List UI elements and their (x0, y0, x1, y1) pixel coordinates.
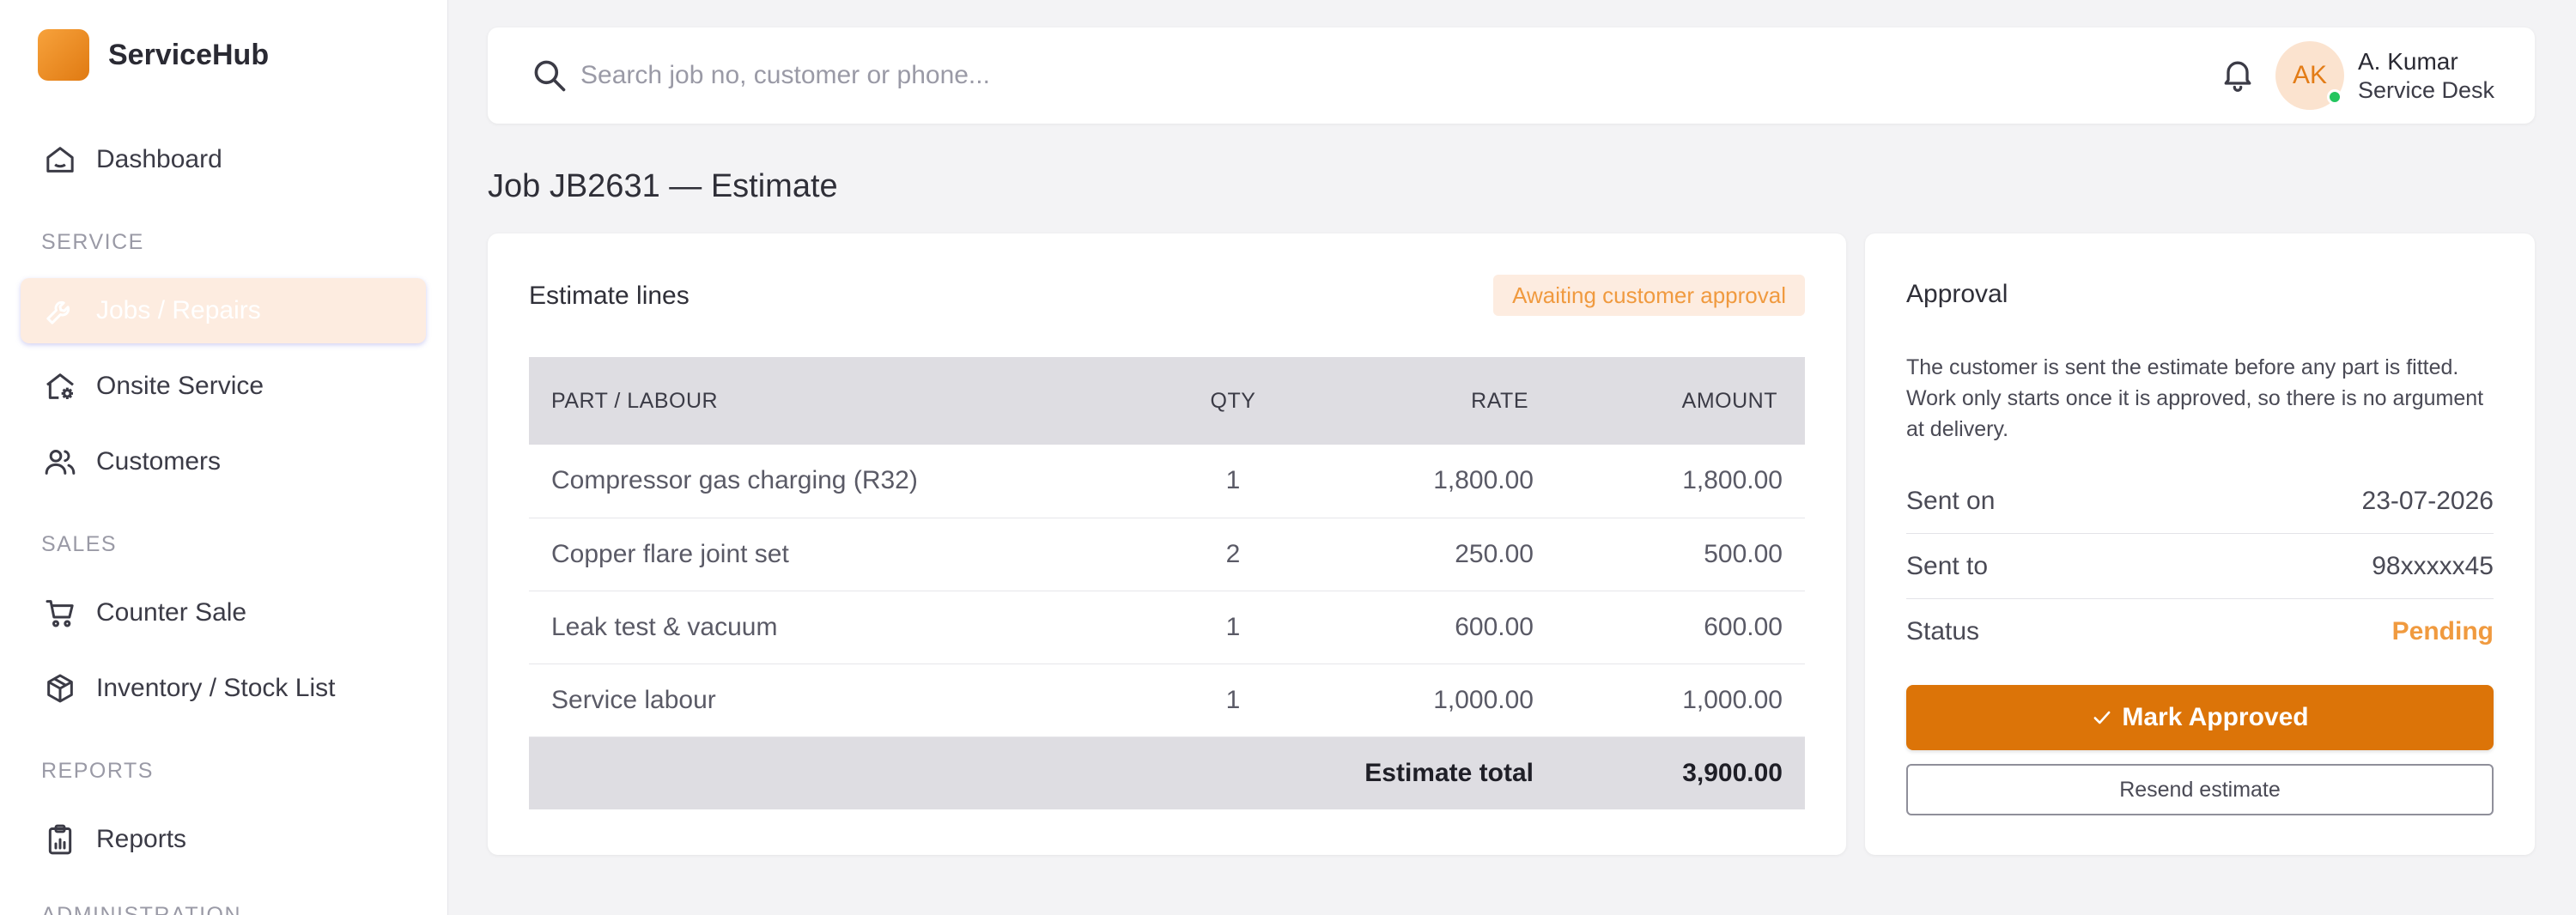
avatar[interactable]: AK (2275, 41, 2344, 110)
sidebar-item-label: Jobs / Repairs (96, 296, 261, 324)
mark-approved-label: Mark Approved (2122, 703, 2309, 731)
estimate-lines-card: Estimate lines Awaiting customer approva… (488, 233, 1846, 855)
wrench-icon (46, 300, 70, 324)
resend-estimate-button[interactable]: Resend estimate (1906, 764, 2494, 815)
total-spacer (529, 736, 1164, 809)
cell-qty: 2 (1164, 518, 1302, 591)
sidebar: ServiceHub Dashboard SERVICE Jobs / Repa… (0, 0, 448, 915)
cell-qty: 1 (1164, 591, 1302, 664)
approval-card: Approval The customer is sent the estima… (1865, 233, 2535, 855)
table-header-row: PART / LABOUR QTY RATE AMOUNT (529, 357, 1805, 445)
sidebar-item-dashboard[interactable]: Dashboard (21, 127, 426, 192)
table-row[interactable]: Leak test & vacuum 1 600.00 600.00 (529, 591, 1805, 664)
cell-rate: 1,000.00 (1302, 664, 1559, 737)
bell-icon[interactable] (2219, 53, 2257, 94)
status-badge: Awaiting customer approval (1493, 275, 1805, 316)
status-label: Status (1906, 617, 1980, 645)
cell-qty: 1 (1164, 664, 1302, 737)
search-input[interactable] (580, 50, 1783, 101)
clipboard-chart-icon (48, 824, 72, 855)
sidebar-section-sales: SALES (41, 532, 118, 556)
box-icon (47, 674, 73, 703)
home-icon (46, 147, 74, 173)
column-header-amount: AMOUNT (1559, 357, 1805, 445)
sidebar-item-label: Reports (96, 825, 187, 853)
cell-part: Compressor gas charging (R32) (529, 445, 1164, 518)
sidebar-item-onsite-service[interactable]: Onsite Service (21, 354, 426, 419)
sidebar-item-label: Inventory / Stock List (96, 674, 336, 702)
sidebar-section-administration: ADMINISTRATION (41, 903, 242, 915)
column-header-qty: QTY (1164, 357, 1302, 445)
cell-qty: 1 (1164, 445, 1302, 518)
sidebar-section-service: SERVICE (41, 230, 144, 254)
column-header-part: PART / LABOUR (529, 357, 1164, 445)
cell-rate: 600.00 (1302, 591, 1559, 664)
estimate-total-row: Estimate total 3,900.00 (529, 736, 1805, 809)
status-row: Status Pending (1906, 599, 2494, 664)
estimate-table: PART / LABOUR QTY RATE AMOUNT Compressor… (529, 357, 1805, 809)
sidebar-item-label: Dashboard (96, 145, 222, 173)
avatar-initials: AK (2292, 61, 2328, 89)
estimate-lines-title: Estimate lines (529, 282, 690, 310)
cell-amount: 1,800.00 (1559, 445, 1805, 518)
house-gear-icon (46, 373, 74, 399)
estimate-total-value: 3,900.00 (1559, 736, 1805, 809)
user-name: A. Kumar (2358, 48, 2458, 75)
total-spacer (1164, 736, 1302, 809)
sidebar-item-label: Counter Sale (96, 598, 247, 627)
table-row[interactable]: Compressor gas charging (R32) 1 1,800.00… (529, 445, 1805, 518)
users-icon (45, 450, 76, 475)
cell-part: Service labour (529, 664, 1164, 737)
search-icon (534, 60, 566, 92)
sent-on-row: Sent on 23-07-2026 (1906, 469, 2494, 534)
cell-amount: 600.00 (1559, 591, 1805, 664)
check-icon (2093, 711, 2111, 724)
brand[interactable]: ServiceHub (38, 29, 269, 81)
sidebar-item-counter-sale[interactable]: Counter Sale (21, 580, 426, 645)
online-status-indicator (2327, 89, 2342, 105)
cell-rate: 250.00 (1302, 518, 1559, 591)
sent-to-label: Sent to (1906, 551, 1989, 580)
sidebar-item-inventory[interactable]: Inventory / Stock List (21, 656, 426, 721)
approval-description: The customer is sent the estimate before… (1906, 355, 2484, 441)
sent-on-value: 23-07-2026 (2361, 486, 2494, 515)
cell-rate: 1,800.00 (1302, 445, 1559, 518)
cell-part: Copper flare joint set (529, 518, 1164, 591)
sent-to-row: Sent to 98xxxxx45 (1906, 534, 2494, 599)
cart-icon (46, 600, 74, 627)
sent-to-value: 98xxxxx45 (2372, 551, 2494, 580)
sidebar-item-label: Customers (96, 447, 222, 476)
sidebar-item-reports[interactable]: Reports (21, 807, 426, 872)
status-value: Pending (2391, 617, 2494, 645)
brand-logo-icon (38, 29, 89, 81)
estimate-total-label: Estimate total (1302, 736, 1559, 809)
cell-amount: 500.00 (1559, 518, 1805, 591)
sidebar-item-label: Onsite Service (96, 372, 264, 400)
sidebar-item-jobs-repairs[interactable]: Jobs / Repairs (21, 278, 426, 343)
brand-name: ServiceHub (108, 38, 270, 71)
cell-part: Leak test & vacuum (529, 591, 1164, 664)
sent-on-label: Sent on (1906, 486, 1996, 515)
sidebar-section-reports: REPORTS (41, 759, 154, 783)
table-row[interactable]: Service labour 1 1,000.00 1,000.00 (529, 664, 1805, 737)
mark-approved-button[interactable]: Mark Approved (1906, 685, 2494, 750)
cell-amount: 1,000.00 (1559, 664, 1805, 737)
approval-title: Approval (1906, 280, 2008, 308)
sidebar-item-customers[interactable]: Customers (21, 429, 426, 494)
table-row[interactable]: Copper flare joint set 2 250.00 500.00 (529, 518, 1805, 591)
page-title: Job JB2631 — Estimate (488, 168, 838, 204)
user-role: Service Desk (2358, 77, 2495, 103)
top-bar: AK A. Kumar Service Desk (488, 27, 2535, 124)
column-header-rate: RATE (1302, 357, 1559, 445)
